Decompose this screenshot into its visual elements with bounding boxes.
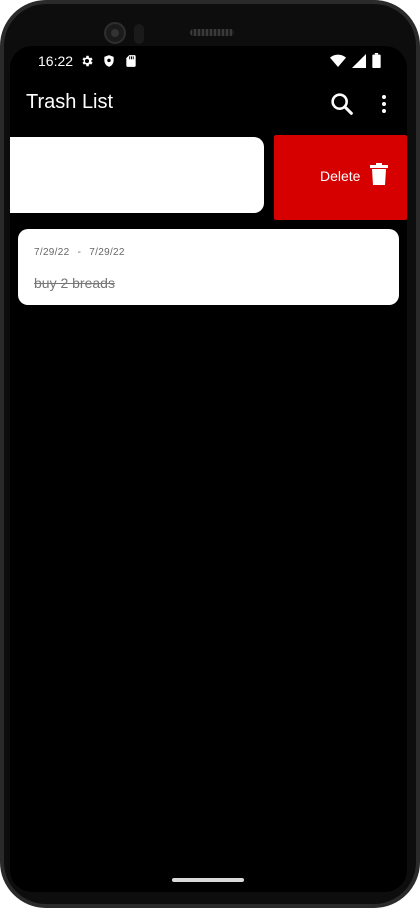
date-separator: - bbox=[77, 247, 82, 258]
phone-frame: 16:22 Trash List Delete 7/29/22 - 7/29/2… bbox=[0, 0, 420, 908]
screen: 16:22 Trash List Delete 7/29/22 - 7/29/2… bbox=[10, 46, 407, 892]
signal-icon bbox=[352, 53, 366, 68]
sensor bbox=[134, 24, 144, 44]
status-time: 16:22 bbox=[38, 53, 74, 69]
search-icon[interactable] bbox=[328, 90, 356, 118]
swiped-card[interactable] bbox=[10, 137, 264, 213]
gesture-nav-bar[interactable] bbox=[172, 878, 244, 882]
swiped-list-item[interactable]: Delete bbox=[10, 135, 407, 221]
battery-icon bbox=[372, 53, 381, 68]
status-bar: 16:22 bbox=[10, 46, 407, 76]
sd-card-icon bbox=[126, 55, 136, 67]
shield-icon bbox=[104, 55, 114, 67]
date-end: 7/29/22 bbox=[89, 247, 125, 258]
status-right-icons bbox=[330, 53, 381, 68]
list-item[interactable]: 7/29/22 - 7/29/22 buy 2 breads bbox=[18, 229, 399, 305]
trash-icon bbox=[370, 163, 388, 185]
front-camera bbox=[104, 22, 126, 44]
more-vert-icon[interactable] bbox=[372, 90, 396, 118]
item-dates: 7/29/22 - 7/29/22 bbox=[34, 247, 125, 258]
app-bar: Trash List bbox=[10, 76, 407, 132]
delete-action[interactable]: Delete bbox=[274, 135, 407, 220]
delete-label: Delete bbox=[320, 168, 361, 184]
date-start: 7/29/22 bbox=[34, 247, 70, 258]
gear-icon bbox=[82, 55, 93, 67]
page-title: Trash List bbox=[26, 91, 114, 113]
item-title: buy 2 breads bbox=[34, 275, 115, 291]
earpiece-speaker bbox=[190, 29, 234, 36]
wifi-icon bbox=[330, 54, 346, 67]
